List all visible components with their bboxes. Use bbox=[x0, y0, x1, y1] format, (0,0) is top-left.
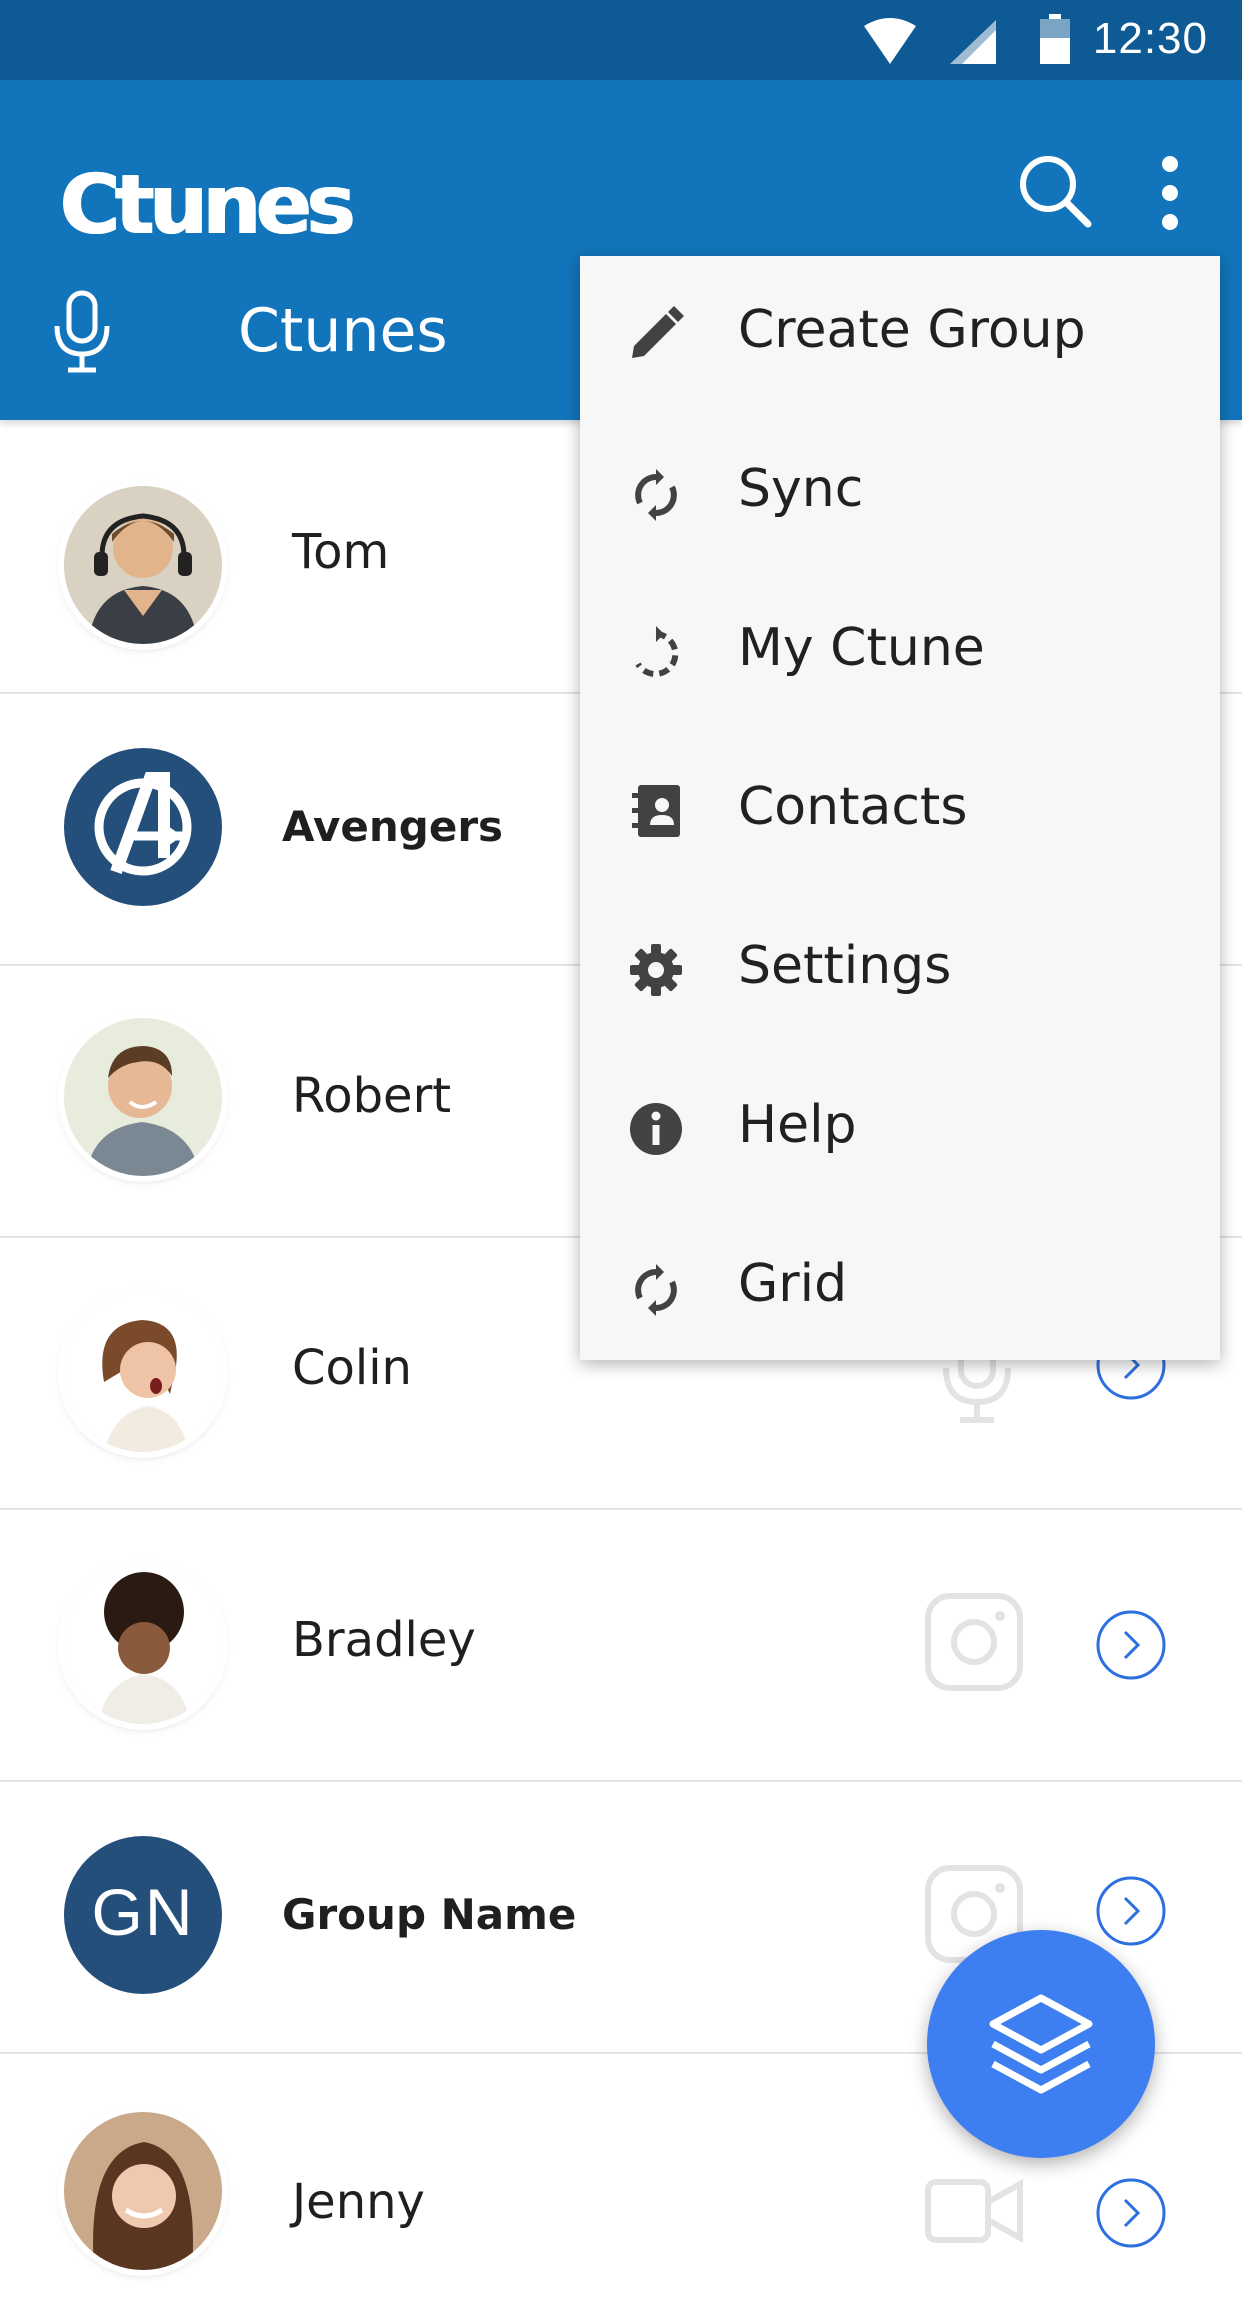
chevron-right-icon[interactable] bbox=[1094, 1608, 1168, 1682]
video-icon[interactable] bbox=[924, 2176, 1024, 2246]
app-logo: Ctunes bbox=[60, 158, 356, 253]
tab-ctunes[interactable]: Ctunes bbox=[238, 296, 448, 366]
avatar: GN bbox=[64, 1836, 222, 1994]
contact-name: Bradley bbox=[292, 1612, 476, 1668]
mic-icon[interactable] bbox=[52, 290, 112, 374]
list-item[interactable]: Bradley bbox=[0, 1508, 1242, 1782]
history-icon bbox=[635, 626, 679, 677]
menu-item-contacts[interactable]: Contacts bbox=[580, 733, 1220, 892]
layers-icon bbox=[989, 1994, 1093, 2094]
sync-icon bbox=[635, 1264, 677, 1316]
contact-name: Avengers bbox=[282, 802, 504, 851]
overflow-menu: Create Group Sync My Ctune Contacts Sett… bbox=[580, 256, 1220, 1360]
sync-icon bbox=[635, 469, 677, 521]
signal-icon bbox=[950, 20, 996, 64]
contact-name: Jenny bbox=[292, 2174, 425, 2230]
instagram-icon[interactable] bbox=[924, 1592, 1024, 1692]
contact-name: Colin bbox=[292, 1340, 412, 1396]
menu-label: Settings bbox=[738, 936, 952, 996]
avatar bbox=[64, 486, 222, 644]
avatar bbox=[64, 2112, 222, 2270]
contact-name: Robert bbox=[292, 1068, 452, 1124]
menu-label: Create Group bbox=[738, 300, 1086, 360]
avatar bbox=[64, 1566, 222, 1724]
wifi-icon bbox=[864, 18, 916, 64]
info-icon bbox=[630, 1103, 682, 1155]
avatar bbox=[64, 1294, 222, 1452]
gear-icon bbox=[630, 944, 682, 996]
chevron-right-icon[interactable] bbox=[1094, 1874, 1168, 1948]
contact-name: Tom bbox=[292, 524, 390, 580]
menu-item-settings[interactable]: Settings bbox=[580, 892, 1220, 1051]
pencil-icon bbox=[632, 306, 684, 358]
menu-label: Grid bbox=[738, 1254, 848, 1314]
more-vert-icon[interactable] bbox=[1156, 154, 1184, 232]
menu-item-create-group[interactable]: Create Group bbox=[580, 256, 1220, 415]
contacts-icon bbox=[632, 785, 680, 837]
status-time: 12:30 bbox=[1092, 14, 1208, 63]
avengers-logo-icon bbox=[94, 772, 192, 876]
menu-label: My Ctune bbox=[738, 618, 985, 678]
menu-label: Sync bbox=[738, 459, 864, 519]
menu-label: Help bbox=[738, 1095, 857, 1155]
battery-icon bbox=[1040, 14, 1070, 64]
menu-item-sync[interactable]: Sync bbox=[580, 415, 1220, 574]
contact-name: Group Name bbox=[282, 1890, 577, 1939]
avatar bbox=[64, 748, 222, 906]
search-icon[interactable] bbox=[1018, 154, 1092, 228]
menu-label: Contacts bbox=[738, 777, 968, 837]
menu-item-grid[interactable]: Grid bbox=[580, 1210, 1220, 1369]
menu-item-my-ctune[interactable]: My Ctune bbox=[580, 574, 1220, 733]
avatar bbox=[64, 1018, 222, 1176]
menu-item-help[interactable]: Help bbox=[580, 1051, 1220, 1210]
avatar-initials: GN bbox=[91, 1875, 195, 1949]
fab-layers-button[interactable] bbox=[927, 1930, 1155, 2158]
chevron-right-icon[interactable] bbox=[1094, 2176, 1168, 2250]
status-bar: 12:30 bbox=[0, 0, 1242, 80]
